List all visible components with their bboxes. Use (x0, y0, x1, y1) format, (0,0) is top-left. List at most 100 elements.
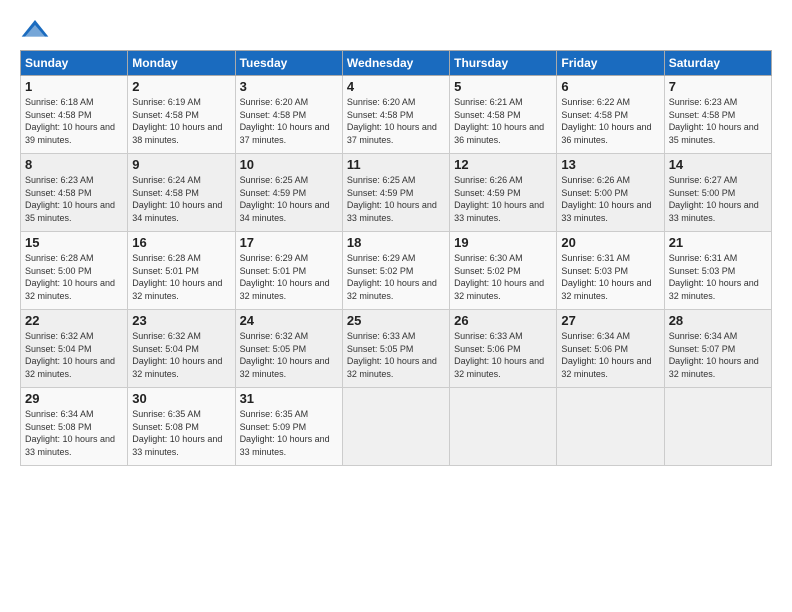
day-number: 5 (454, 79, 552, 94)
day-number: 21 (669, 235, 767, 250)
day-info: Sunrise: 6:19 AMSunset: 4:58 PMDaylight:… (132, 96, 230, 146)
calendar-cell: 30 Sunrise: 6:35 AMSunset: 5:08 PMDayligh… (128, 388, 235, 466)
day-number: 13 (561, 157, 659, 172)
calendar-week-row: 1 Sunrise: 6:18 AMSunset: 4:58 PMDaylight… (21, 76, 772, 154)
calendar-cell: 5 Sunrise: 6:21 AMSunset: 4:58 PMDaylight… (450, 76, 557, 154)
day-number: 19 (454, 235, 552, 250)
day-number: 6 (561, 79, 659, 94)
day-info: Sunrise: 6:31 AMSunset: 5:03 PMDaylight:… (561, 252, 659, 302)
day-number: 22 (25, 313, 123, 328)
calendar-cell: 15 Sunrise: 6:28 AMSunset: 5:00 PMDayligh… (21, 232, 128, 310)
day-number: 4 (347, 79, 445, 94)
day-number: 3 (240, 79, 338, 94)
calendar-cell: 12 Sunrise: 6:26 AMSunset: 4:59 PMDayligh… (450, 154, 557, 232)
day-info: Sunrise: 6:29 AMSunset: 5:02 PMDaylight:… (347, 252, 445, 302)
calendar-cell: 26Sunrise: 6:33 AMSunset: 5:06 PMDayligh… (450, 310, 557, 388)
calendar-cell: 13Sunrise: 6:26 AMSunset: 5:00 PMDayligh… (557, 154, 664, 232)
day-info: Sunrise: 6:27 AMSunset: 5:00 PMDaylight:… (669, 174, 767, 224)
calendar-week-row: 8 Sunrise: 6:23 AMSunset: 4:58 PMDaylight… (21, 154, 772, 232)
calendar-cell: 9Sunrise: 6:24 AMSunset: 4:58 PMDaylight… (128, 154, 235, 232)
day-info: Sunrise: 6:20 AMSunset: 4:58 PMDaylight:… (240, 96, 338, 146)
day-info: Sunrise: 6:26 AMSunset: 4:59 PMDaylight:… (454, 174, 552, 224)
day-info: Sunrise: 6:28 AMSunset: 5:01 PMDaylight:… (132, 252, 230, 302)
logo-icon (20, 18, 50, 42)
calendar-header-row: SundayMondayTuesdayWednesdayThursdayFrid… (21, 51, 772, 76)
calendar-cell: 24Sunrise: 6:32 AMSunset: 5:05 PMDayligh… (235, 310, 342, 388)
day-info: Sunrise: 6:25 AMSunset: 4:59 PMDaylight:… (240, 174, 338, 224)
day-info: Sunrise: 6:32 AMSunset: 5:04 PMDaylight:… (25, 330, 123, 380)
day-number: 28 (669, 313, 767, 328)
day-info: Sunrise: 6:23 AMSunset: 4:58 PMDaylight:… (25, 174, 123, 224)
day-number: 18 (347, 235, 445, 250)
calendar-cell: 4 Sunrise: 6:20 AMSunset: 4:58 PMDaylight… (342, 76, 449, 154)
day-info: Sunrise: 6:33 AMSunset: 5:06 PMDaylight:… (454, 330, 552, 380)
calendar-cell: 6 Sunrise: 6:22 AMSunset: 4:58 PMDaylight… (557, 76, 664, 154)
day-number: 17 (240, 235, 338, 250)
day-number: 1 (25, 79, 123, 94)
calendar-cell: 10 Sunrise: 6:25 AMSunset: 4:59 PMDayligh… (235, 154, 342, 232)
day-number: 30 (132, 391, 230, 406)
calendar-cell: 18 Sunrise: 6:29 AMSunset: 5:02 PMDayligh… (342, 232, 449, 310)
day-info: Sunrise: 6:21 AMSunset: 4:58 PMDaylight:… (454, 96, 552, 146)
calendar-week-row: 22 Sunrise: 6:32 AMSunset: 5:04 PMDayligh… (21, 310, 772, 388)
day-number: 16 (132, 235, 230, 250)
calendar-cell: 1 Sunrise: 6:18 AMSunset: 4:58 PMDaylight… (21, 76, 128, 154)
day-info: Sunrise: 6:23 AMSunset: 4:58 PMDaylight:… (669, 96, 767, 146)
calendar-cell: 8 Sunrise: 6:23 AMSunset: 4:58 PMDaylight… (21, 154, 128, 232)
day-info: Sunrise: 6:22 AMSunset: 4:58 PMDaylight:… (561, 96, 659, 146)
day-info: Sunrise: 6:35 AMSunset: 5:09 PMDaylight:… (240, 408, 338, 458)
calendar-cell (664, 388, 771, 466)
day-info: Sunrise: 6:18 AMSunset: 4:58 PMDaylight:… (25, 96, 123, 146)
calendar-cell (450, 388, 557, 466)
day-header-sunday: Sunday (21, 51, 128, 76)
calendar-week-row: 15 Sunrise: 6:28 AMSunset: 5:00 PMDayligh… (21, 232, 772, 310)
day-info: Sunrise: 6:24 AMSunset: 4:58 PMDaylight:… (132, 174, 230, 224)
day-number: 10 (240, 157, 338, 172)
day-header-thursday: Thursday (450, 51, 557, 76)
calendar-cell: 19 Sunrise: 6:30 AMSunset: 5:02 PMDayligh… (450, 232, 557, 310)
day-number: 14 (669, 157, 767, 172)
calendar-cell: 25 Sunrise: 6:33 AMSunset: 5:05 PMDayligh… (342, 310, 449, 388)
day-info: Sunrise: 6:25 AMSunset: 4:59 PMDaylight:… (347, 174, 445, 224)
day-info: Sunrise: 6:32 AMSunset: 5:04 PMDaylight:… (132, 330, 230, 380)
day-info: Sunrise: 6:32 AMSunset: 5:05 PMDaylight:… (240, 330, 338, 380)
calendar-week-row: 29Sunrise: 6:34 AMSunset: 5:08 PMDayligh… (21, 388, 772, 466)
calendar-cell: 31 Sunrise: 6:35 AMSunset: 5:09 PMDayligh… (235, 388, 342, 466)
day-number: 8 (25, 157, 123, 172)
calendar-cell: 22 Sunrise: 6:32 AMSunset: 5:04 PMDayligh… (21, 310, 128, 388)
day-info: Sunrise: 6:31 AMSunset: 5:03 PMDaylight:… (669, 252, 767, 302)
calendar-cell: 2 Sunrise: 6:19 AMSunset: 4:58 PMDaylight… (128, 76, 235, 154)
calendar-cell: 3 Sunrise: 6:20 AMSunset: 4:58 PMDaylight… (235, 76, 342, 154)
day-number: 15 (25, 235, 123, 250)
calendar-cell: 23Sunrise: 6:32 AMSunset: 5:04 PMDayligh… (128, 310, 235, 388)
day-number: 29 (25, 391, 123, 406)
day-number: 25 (347, 313, 445, 328)
calendar-cell: 17 Sunrise: 6:29 AMSunset: 5:01 PMDayligh… (235, 232, 342, 310)
calendar-cell: 28Sunrise: 6:34 AMSunset: 5:07 PMDayligh… (664, 310, 771, 388)
calendar-cell: 20 Sunrise: 6:31 AMSunset: 5:03 PMDayligh… (557, 232, 664, 310)
calendar-cell: 11 Sunrise: 6:25 AMSunset: 4:59 PMDayligh… (342, 154, 449, 232)
day-info: Sunrise: 6:34 AMSunset: 5:06 PMDaylight:… (561, 330, 659, 380)
calendar-cell: 29Sunrise: 6:34 AMSunset: 5:08 PMDayligh… (21, 388, 128, 466)
calendar-cell: 14 Sunrise: 6:27 AMSunset: 5:00 PMDayligh… (664, 154, 771, 232)
day-header-friday: Friday (557, 51, 664, 76)
day-info: Sunrise: 6:29 AMSunset: 5:01 PMDaylight:… (240, 252, 338, 302)
calendar-table: SundayMondayTuesdayWednesdayThursdayFrid… (20, 50, 772, 466)
day-number: 31 (240, 391, 338, 406)
main-container: SundayMondayTuesdayWednesdayThursdayFrid… (0, 0, 792, 476)
logo (20, 18, 54, 42)
header (20, 18, 772, 42)
day-number: 27 (561, 313, 659, 328)
day-header-saturday: Saturday (664, 51, 771, 76)
day-number: 11 (347, 157, 445, 172)
day-number: 12 (454, 157, 552, 172)
day-number: 20 (561, 235, 659, 250)
calendar-cell: 27 Sunrise: 6:34 AMSunset: 5:06 PMDayligh… (557, 310, 664, 388)
day-info: Sunrise: 6:35 AMSunset: 5:08 PMDaylight:… (132, 408, 230, 458)
day-info: Sunrise: 6:30 AMSunset: 5:02 PMDaylight:… (454, 252, 552, 302)
day-info: Sunrise: 6:20 AMSunset: 4:58 PMDaylight:… (347, 96, 445, 146)
day-number: 2 (132, 79, 230, 94)
day-header-wednesday: Wednesday (342, 51, 449, 76)
day-info: Sunrise: 6:33 AMSunset: 5:05 PMDaylight:… (347, 330, 445, 380)
day-info: Sunrise: 6:28 AMSunset: 5:00 PMDaylight:… (25, 252, 123, 302)
